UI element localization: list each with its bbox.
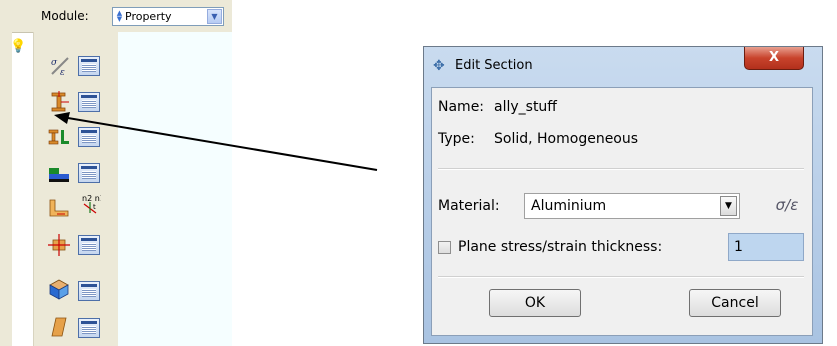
name-value: ally_stuff xyxy=(494,99,557,115)
app-icon: ✥ xyxy=(433,58,445,74)
title-bar[interactable]: ✥ Edit Section X xyxy=(424,47,822,87)
arrow-head-icon xyxy=(54,112,70,124)
separator xyxy=(438,276,804,278)
thickness-value: 1 xyxy=(734,239,743,255)
edit-section-dialog: ✥ Edit Section X Name: ally_stuff Type: … xyxy=(423,46,823,344)
cancel-button[interactable]: Cancel xyxy=(689,289,781,317)
material-edit-button[interactable]: σ/ε xyxy=(774,193,800,217)
ok-button[interactable]: OK xyxy=(489,289,581,317)
material-value: Aluminium xyxy=(531,198,607,214)
separator xyxy=(438,168,804,170)
name-label: Name: xyxy=(438,99,485,115)
dialog-title: Edit Section xyxy=(455,58,533,73)
type-value: Solid, Homogeneous xyxy=(494,131,639,147)
type-label: Type: xyxy=(438,131,475,147)
thickness-label: Plane stress/strain thickness: xyxy=(458,239,663,255)
dialog-body: Name: ally_stuff Type: Solid, Homogeneou… xyxy=(431,87,813,336)
material-select[interactable]: Aluminium ▼ xyxy=(524,193,740,219)
material-label: Material: xyxy=(438,198,500,214)
thickness-input[interactable]: 1 xyxy=(728,233,804,261)
chevron-down-icon[interactable]: ▼ xyxy=(720,196,737,216)
thickness-checkbox[interactable] xyxy=(438,241,451,254)
close-button[interactable]: X xyxy=(744,47,804,70)
